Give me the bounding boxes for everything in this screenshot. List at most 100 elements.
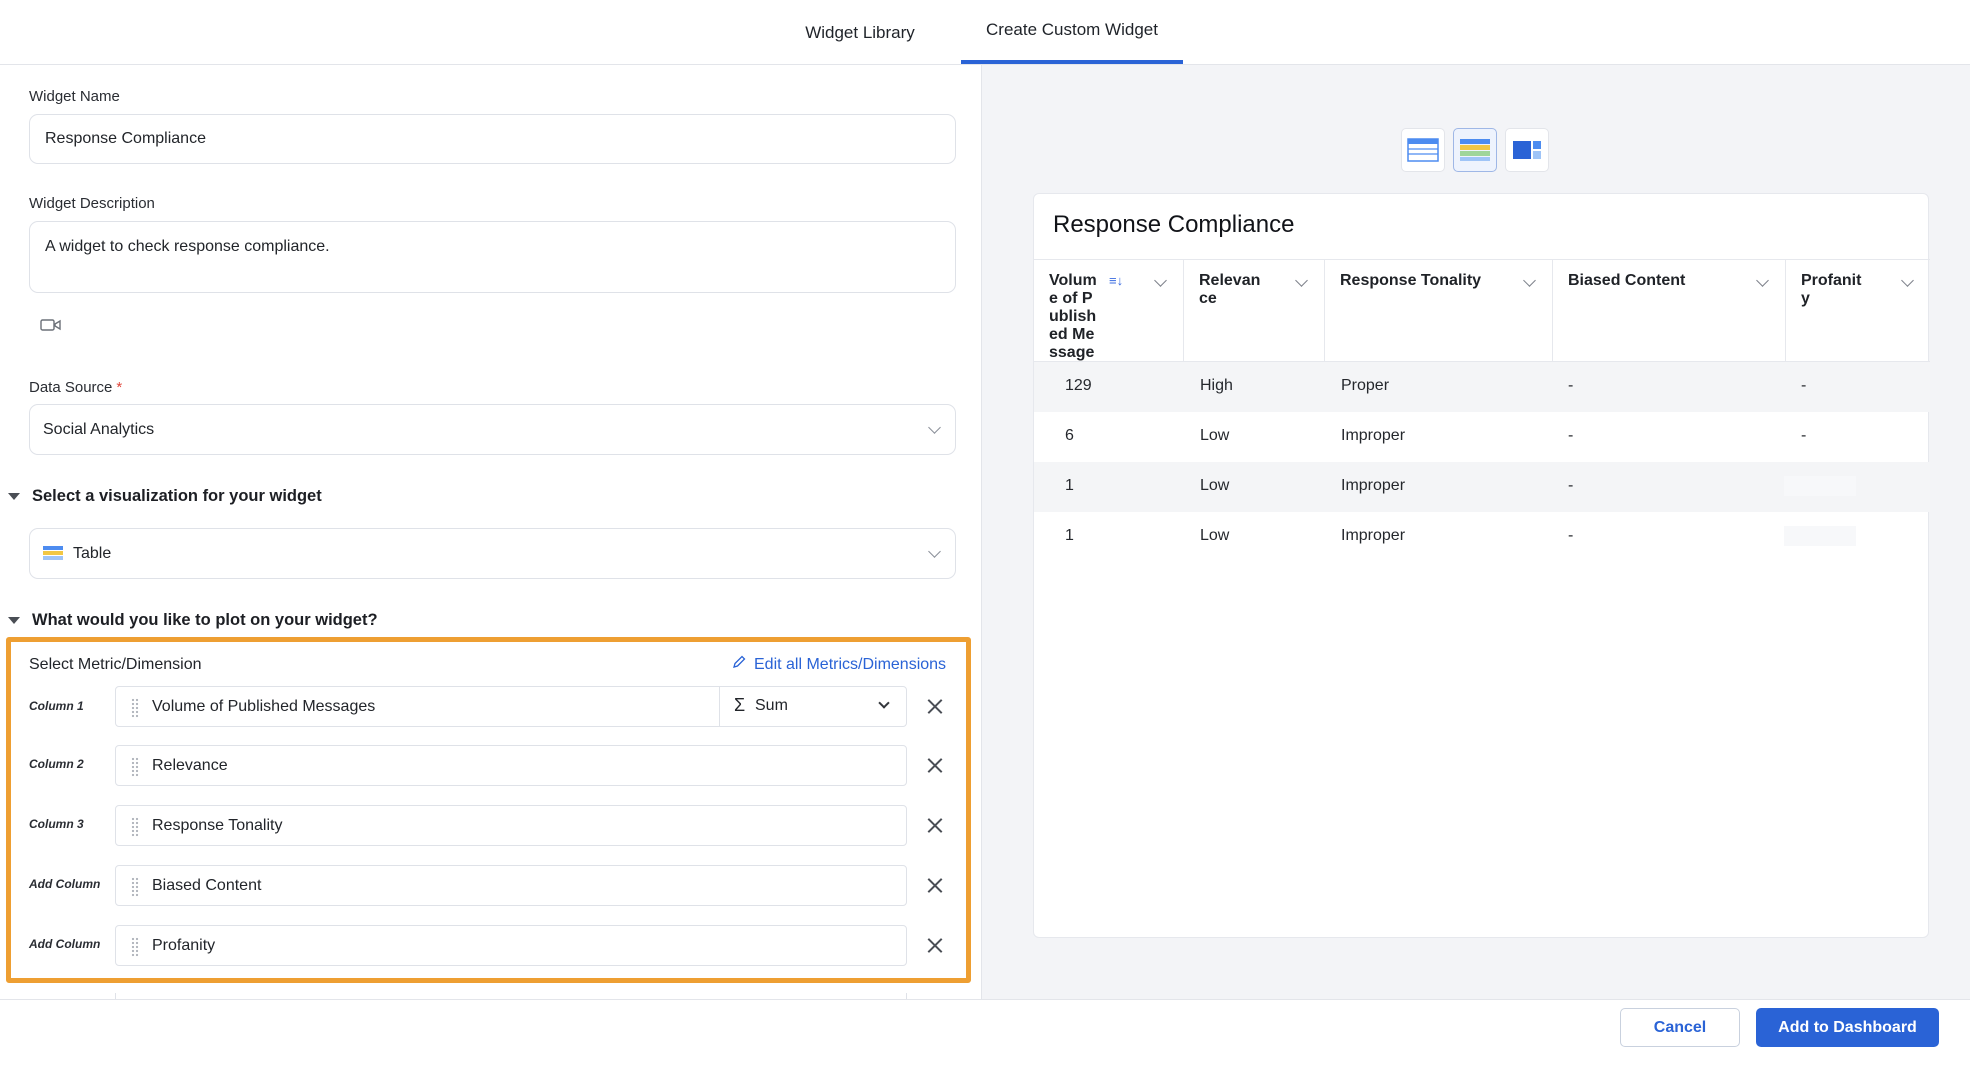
column-5-field[interactable]: Profanity	[115, 925, 907, 966]
add-to-dashboard-button[interactable]: Add to Dashboard	[1756, 1008, 1939, 1047]
collapse-triangle-icon	[8, 617, 20, 624]
cell-tonality: Improper	[1341, 477, 1406, 494]
column-4-value: Biased Content	[152, 877, 262, 894]
preview-title: Response Compliance	[1053, 211, 1295, 238]
plot-section-header[interactable]: What would you like to plot on your widg…	[8, 611, 378, 630]
colored-table-icon[interactable]	[1453, 128, 1497, 172]
remove-column-2-button[interactable]	[924, 754, 946, 776]
column-3-label: Column 3	[29, 817, 84, 831]
widget-description-label: Widget Description	[29, 195, 155, 212]
sigma-icon: Σ	[734, 695, 746, 715]
preview-card: Response Compliance Volume of Published …	[1033, 193, 1930, 938]
header-volume[interactable]: Volume of Published Messages ≡↓	[1034, 260, 1184, 379]
table-viz-icon	[43, 546, 63, 566]
data-source-label: Data Source *	[29, 379, 122, 396]
cell-profanity-loading	[1784, 526, 1856, 546]
drag-handle-icon[interactable]	[131, 698, 139, 718]
visualization-switcher	[1401, 128, 1549, 172]
cell-tonality: Improper	[1341, 527, 1406, 544]
cell-profanity-loading	[1784, 476, 1856, 496]
plot-section-title: What would you like to plot on your widg…	[32, 611, 378, 629]
widget-description-value: A widget to check response compliance.	[45, 238, 330, 255]
visualization-value: Table	[73, 545, 112, 562]
cell-volume: 1	[1065, 527, 1074, 544]
chevron-down-icon[interactable]	[1295, 274, 1308, 287]
table-row: 129 High Proper - -	[1034, 362, 1930, 412]
table-header: Volume of Published Messages ≡↓ Relevanc…	[1034, 259, 1930, 379]
table-layout-icon[interactable]	[1401, 128, 1445, 172]
column-1-field[interactable]: Volume of Published Messages Σ Sum	[115, 686, 907, 727]
column-3-value: Response Tonality	[152, 817, 283, 834]
chevron-down-icon[interactable]	[1901, 274, 1914, 287]
tab-widget-library[interactable]: Widget Library	[780, 0, 940, 65]
cell-relevance: Low	[1200, 527, 1230, 544]
edit-all-metrics-link[interactable]: Edit all Metrics/Dimensions	[732, 655, 946, 674]
video-icon[interactable]	[40, 318, 62, 337]
cell-tonality: Improper	[1341, 427, 1406, 444]
cell-relevance: Low	[1200, 427, 1230, 444]
cell-profanity: -	[1801, 427, 1807, 444]
column-5-value: Profanity	[152, 937, 216, 954]
cell-biased: -	[1568, 477, 1574, 494]
visualization-select[interactable]: Table	[29, 528, 956, 579]
cell-volume: 6	[1065, 427, 1074, 444]
tab-create-custom-widget[interactable]: Create Custom Widget	[961, 0, 1183, 64]
column-1-label: Column 1	[29, 699, 84, 713]
cell-volume: 1	[1065, 477, 1074, 494]
select-metric-title: Select Metric/Dimension	[29, 656, 202, 673]
data-source-select[interactable]: Social Analytics	[29, 404, 956, 455]
remove-column-5-button[interactable]	[924, 934, 946, 956]
drag-handle-icon[interactable]	[131, 877, 139, 897]
cell-biased: -	[1568, 377, 1574, 394]
drag-handle-icon[interactable]	[131, 817, 139, 837]
pencil-icon	[732, 655, 746, 674]
aggregation-value: Sum	[755, 697, 788, 714]
aggregation-select[interactable]: Σ Sum	[719, 687, 906, 726]
drag-handle-icon[interactable]	[131, 937, 139, 957]
remove-column-1-button[interactable]	[924, 695, 946, 717]
cell-tonality: Proper	[1341, 377, 1390, 394]
header-biased[interactable]: Biased Content	[1553, 260, 1786, 363]
column-4-field[interactable]: Biased Content	[115, 865, 907, 906]
header-biased-label: Biased Content	[1568, 272, 1686, 289]
cell-profanity: -	[1801, 377, 1807, 394]
cell-relevance: High	[1200, 377, 1233, 394]
sort-icon[interactable]: ≡↓	[1109, 273, 1123, 288]
header-relevance[interactable]: Relevance	[1184, 260, 1325, 363]
widget-name-label: Widget Name	[29, 88, 120, 105]
chevron-down-icon[interactable]	[1523, 274, 1536, 287]
chevron-down-icon[interactable]	[1154, 274, 1167, 287]
remove-column-4-button[interactable]	[924, 874, 946, 896]
collapse-triangle-icon	[8, 493, 20, 500]
top-tab-bar: Widget Library Create Custom Widget	[0, 0, 1970, 65]
chevron-down-icon	[878, 697, 890, 709]
table-row: 1 Low Improper -	[1034, 512, 1930, 562]
widget-description-textarea[interactable]: A widget to check response compliance.	[29, 221, 956, 293]
header-tonality[interactable]: Response Tonality	[1325, 260, 1553, 363]
column-1-value: Volume of Published Messages	[152, 698, 376, 715]
cell-biased: -	[1568, 427, 1574, 444]
column-2-field[interactable]: Relevance	[115, 745, 907, 786]
data-source-label-text: Data Source	[29, 379, 113, 396]
widget-name-input[interactable]: Response Compliance	[29, 114, 956, 164]
required-marker: *	[116, 379, 123, 396]
header-profanity[interactable]: Profanity	[1786, 260, 1930, 363]
add-column-label: Add Column	[29, 877, 101, 891]
chevron-down-icon	[928, 544, 941, 558]
cell-relevance: Low	[1200, 477, 1230, 494]
cell-biased: -	[1568, 527, 1574, 544]
chevron-down-icon	[928, 420, 941, 434]
card-layout-icon[interactable]	[1505, 128, 1549, 172]
visualization-section-header[interactable]: Select a visualization for your widget	[8, 487, 322, 506]
column-3-field[interactable]: Response Tonality	[115, 805, 907, 846]
add-column-label: Add Column	[29, 937, 101, 951]
table-row: 1 Low Improper -	[1034, 462, 1930, 512]
cancel-button[interactable]: Cancel	[1620, 1008, 1740, 1047]
cell-volume: 129	[1065, 377, 1092, 394]
remove-column-3-button[interactable]	[924, 814, 946, 836]
visualization-section-title: Select a visualization for your widget	[32, 487, 322, 505]
data-source-value: Social Analytics	[43, 421, 155, 438]
chevron-down-icon[interactable]	[1756, 274, 1769, 287]
widget-name-value: Response Compliance	[45, 130, 206, 147]
drag-handle-icon[interactable]	[131, 757, 139, 777]
